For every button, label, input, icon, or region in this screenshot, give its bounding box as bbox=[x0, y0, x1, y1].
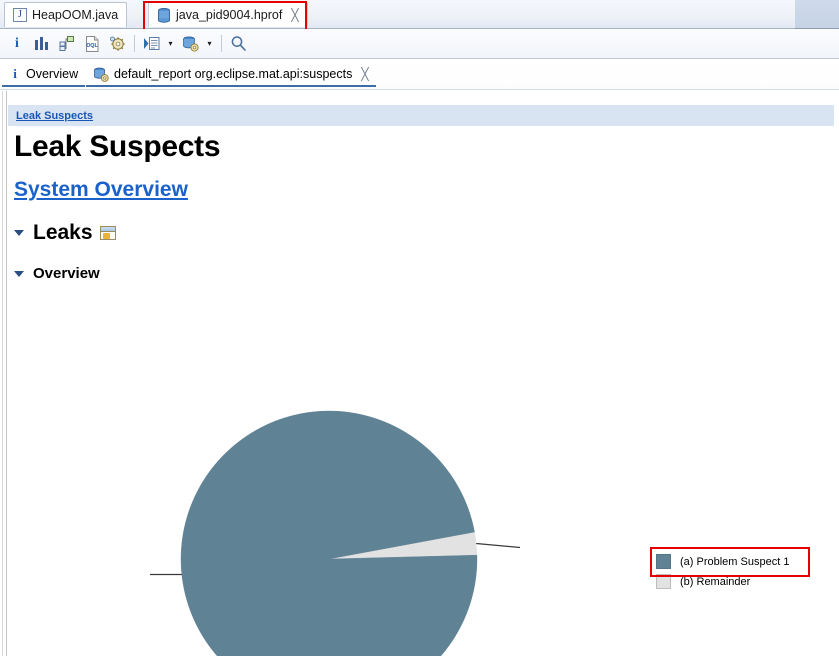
legend-item-problem-suspect-1[interactable]: (a) Problem Suspect 1 bbox=[656, 554, 789, 569]
legend-label: (b) Remainder bbox=[680, 575, 751, 588]
editor-tab-heapoom-java[interactable]: J HeapOOM.java bbox=[4, 2, 128, 27]
legend-label: (a) Problem Suspect 1 bbox=[680, 555, 790, 568]
histogram-icon[interactable] bbox=[31, 33, 53, 55]
editor-tab-java-pid9004-hprof[interactable]: java_pid9004.hprof ╳ bbox=[148, 2, 308, 27]
info-icon[interactable]: i bbox=[6, 33, 28, 55]
tab-overview[interactable]: i Overview bbox=[2, 63, 86, 87]
editor-tab-label: HeapOOM.java bbox=[32, 8, 119, 22]
tab-default-report-suspects[interactable]: default_report org.eclipse.mat.api:suspe… bbox=[86, 63, 376, 87]
run-expert-system-icon[interactable] bbox=[106, 33, 128, 55]
info-icon: i bbox=[13, 66, 17, 81]
toolbar-separator bbox=[134, 35, 135, 52]
toolbar-separator bbox=[221, 35, 222, 52]
editor-tab-bar: J HeapOOM.java java_pid9004.hprof ╳ bbox=[0, 0, 839, 31]
close-icon[interactable]: ╳ bbox=[291, 8, 298, 22]
report-content: Leak Suspects Leak Suspects System Overv… bbox=[0, 91, 839, 656]
legend-item-remainder[interactable]: (b) Remainder bbox=[656, 574, 789, 589]
svg-text:OQL: OQL bbox=[86, 43, 98, 49]
view-tab-label: default_report org.eclipse.mat.api:suspe… bbox=[114, 67, 353, 81]
chevron-down-icon[interactable]: ▾ bbox=[204, 33, 215, 55]
view-tab-bar: i Overview default_report org.eclipse.ma… bbox=[0, 60, 839, 91]
heap-dump-overview-icon[interactable] bbox=[179, 33, 201, 55]
chevron-down-icon[interactable]: ▾ bbox=[165, 33, 176, 55]
report-icon bbox=[93, 67, 109, 82]
pie-slice-a[interactable] bbox=[180, 410, 478, 656]
toolbar: i OQL ▾ ▾ bbox=[0, 29, 839, 59]
chart-legend: (a) Problem Suspect 1 (b) Remainder bbox=[656, 554, 789, 589]
view-tab-label: Overview bbox=[26, 67, 79, 81]
close-icon[interactable]: ╳ bbox=[361, 67, 368, 81]
oql-icon[interactable]: OQL bbox=[81, 33, 103, 55]
view-tab-underline bbox=[0, 89, 839, 90]
legend-swatch-b bbox=[656, 574, 671, 589]
heap-dump-icon bbox=[157, 7, 171, 23]
search-icon[interactable] bbox=[227, 33, 249, 55]
callout-line-b bbox=[476, 542, 521, 549]
legend-swatch-a bbox=[656, 554, 671, 569]
editor-tab-label: java_pid9004.hprof bbox=[176, 8, 283, 22]
tab-bar-right-filler bbox=[795, 0, 839, 29]
open-query-browser-icon[interactable] bbox=[140, 33, 162, 55]
java-file-icon: J bbox=[13, 8, 27, 22]
dominator-tree-icon[interactable] bbox=[56, 33, 78, 55]
